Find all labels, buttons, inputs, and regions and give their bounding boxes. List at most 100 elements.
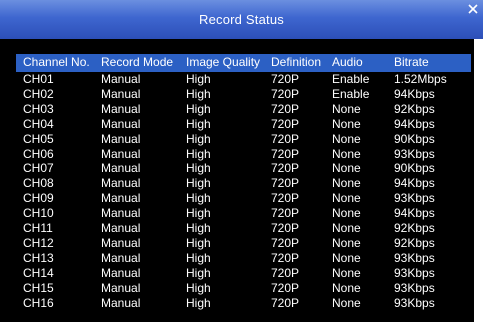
title-bar[interactable]: Record Status — [0, 0, 483, 39]
cell-definition: 720P — [271, 176, 300, 191]
cell-definition: 720P — [271, 101, 300, 116]
cell-definition: 720P — [271, 161, 300, 176]
cell-record-mode: Manual — [101, 191, 141, 206]
table-row[interactable]: CH03 Manual High 720P None 92Kbps — [16, 101, 471, 116]
cell-audio: None — [332, 131, 361, 146]
cell-record-mode: Manual — [101, 235, 141, 250]
cell-channel: CH07 — [23, 161, 54, 176]
cell-channel: CH06 — [23, 146, 54, 161]
cell-image-quality: High — [186, 72, 211, 86]
cell-record-mode: Manual — [101, 295, 141, 310]
table-row[interactable]: CH07 Manual High 720P None 90Kbps — [16, 162, 471, 175]
cell-audio: None — [332, 250, 361, 265]
cell-record-mode: Manual — [101, 250, 141, 265]
cell-channel: CH04 — [23, 116, 54, 131]
cell-definition: 720P — [271, 280, 300, 295]
cell-image-quality: High — [186, 161, 211, 176]
cell-image-quality: High — [186, 86, 211, 101]
cell-record-mode: Manual — [101, 131, 141, 146]
cell-bitrate: 93Kbps — [394, 295, 435, 310]
cell-channel: CH10 — [23, 206, 54, 221]
cell-record-mode: Manual — [101, 116, 141, 131]
table-row[interactable]: CH11 Manual High 720P None 92Kbps — [16, 222, 471, 235]
cell-audio: None — [332, 295, 361, 310]
cell-audio: None — [332, 206, 361, 221]
cell-image-quality: High — [186, 131, 211, 146]
table-row[interactable]: CH09 Manual High 720P None 93Kbps — [16, 192, 471, 205]
cell-bitrate: 93Kbps — [394, 265, 435, 280]
cell-definition: 720P — [271, 221, 300, 235]
panel-edge-bottom — [0, 322, 483, 329]
cell-record-mode: Manual — [101, 176, 141, 191]
cell-definition: 720P — [271, 146, 300, 161]
table-row[interactable]: CH10 Manual High 720P None 94Kbps — [16, 207, 471, 220]
header-audio: Audio — [332, 55, 363, 69]
table-row[interactable]: CH01 Manual High 720P Enable 1.52Mbps — [16, 73, 471, 86]
cell-bitrate: 93Kbps — [394, 146, 435, 161]
cell-image-quality: High — [186, 176, 211, 191]
header-bitrate: Bitrate — [394, 55, 429, 69]
table-header: Channel No. Record Mode Image Quality De… — [16, 54, 471, 72]
record-status-panel: Channel No. Record Mode Image Quality De… — [0, 39, 474, 322]
cell-record-mode: Manual — [101, 86, 141, 101]
cell-definition: 720P — [271, 131, 300, 146]
cell-definition: 720P — [271, 72, 300, 86]
dialog-title: Record Status — [199, 12, 284, 27]
cell-channel: CH14 — [23, 265, 54, 280]
header-channel-no: Channel No. — [23, 55, 90, 69]
cell-channel: CH01 — [23, 72, 54, 86]
cell-audio: None — [332, 221, 361, 235]
panel-edge-right — [474, 39, 483, 322]
table-row[interactable]: CH13 Manual High 720P None 93Kbps — [16, 250, 471, 265]
cell-bitrate: 94Kbps — [394, 176, 435, 191]
header-image-quality: Image Quality — [186, 55, 261, 69]
table-row[interactable]: CH05 Manual High 720P None 90Kbps — [16, 131, 471, 146]
cell-audio: None — [332, 265, 361, 280]
cell-channel: CH11 — [23, 221, 53, 235]
cell-image-quality: High — [186, 146, 211, 161]
cell-record-mode: Manual — [101, 280, 141, 295]
table-row[interactable]: CH08 Manual High 720P None 94Kbps — [16, 177, 471, 190]
cell-channel: CH13 — [23, 250, 54, 265]
cell-audio: None — [332, 161, 361, 176]
cell-record-mode: Manual — [101, 161, 141, 176]
table-row[interactable]: CH14 Manual High 720P None 93Kbps — [16, 265, 471, 280]
cell-image-quality: High — [186, 116, 211, 131]
cell-definition: 720P — [271, 86, 300, 101]
cell-audio: None — [332, 280, 361, 295]
table-row[interactable]: CH04 Manual High 720P None 94Kbps — [16, 116, 471, 131]
cell-channel: CH15 — [23, 280, 54, 295]
cell-channel: CH03 — [23, 101, 54, 116]
cell-image-quality: High — [186, 206, 211, 221]
cell-audio: None — [332, 191, 361, 206]
cell-channel: CH02 — [23, 86, 54, 101]
cell-audio: None — [332, 116, 361, 131]
table-row[interactable]: CH12 Manual High 720P None 92Kbps — [16, 235, 471, 250]
cell-bitrate: 92Kbps — [394, 221, 435, 235]
table-row[interactable]: CH02 Manual High 720P Enable 94Kbps — [16, 86, 471, 101]
cell-bitrate: 90Kbps — [394, 131, 435, 146]
header-record-mode: Record Mode — [101, 55, 174, 69]
cell-record-mode: Manual — [101, 101, 141, 116]
header-definition: Definition — [271, 55, 322, 69]
cell-audio: None — [332, 101, 361, 116]
cell-definition: 720P — [271, 116, 300, 131]
cell-definition: 720P — [271, 206, 300, 221]
cell-image-quality: High — [186, 221, 211, 235]
cell-image-quality: High — [186, 250, 211, 265]
cell-definition: 720P — [271, 191, 300, 206]
cell-bitrate: 94Kbps — [394, 206, 435, 221]
cell-definition: 720P — [271, 250, 300, 265]
cell-channel: CH16 — [23, 295, 54, 310]
cell-image-quality: High — [186, 280, 211, 295]
cell-definition: 720P — [271, 235, 300, 250]
cell-bitrate: 94Kbps — [394, 116, 435, 131]
table-row[interactable]: CH06 Manual High 720P None 93Kbps — [16, 146, 471, 161]
table-row[interactable]: CH15 Manual High 720P None 93Kbps — [16, 280, 471, 295]
cell-channel: CH05 — [23, 131, 54, 146]
cell-audio: Enable — [332, 72, 370, 86]
cell-definition: 720P — [271, 295, 300, 310]
close-icon[interactable] — [466, 2, 480, 16]
table-row[interactable]: CH16 Manual High 720P None 93Kbps — [16, 295, 471, 310]
cell-audio: Enable — [332, 86, 370, 101]
